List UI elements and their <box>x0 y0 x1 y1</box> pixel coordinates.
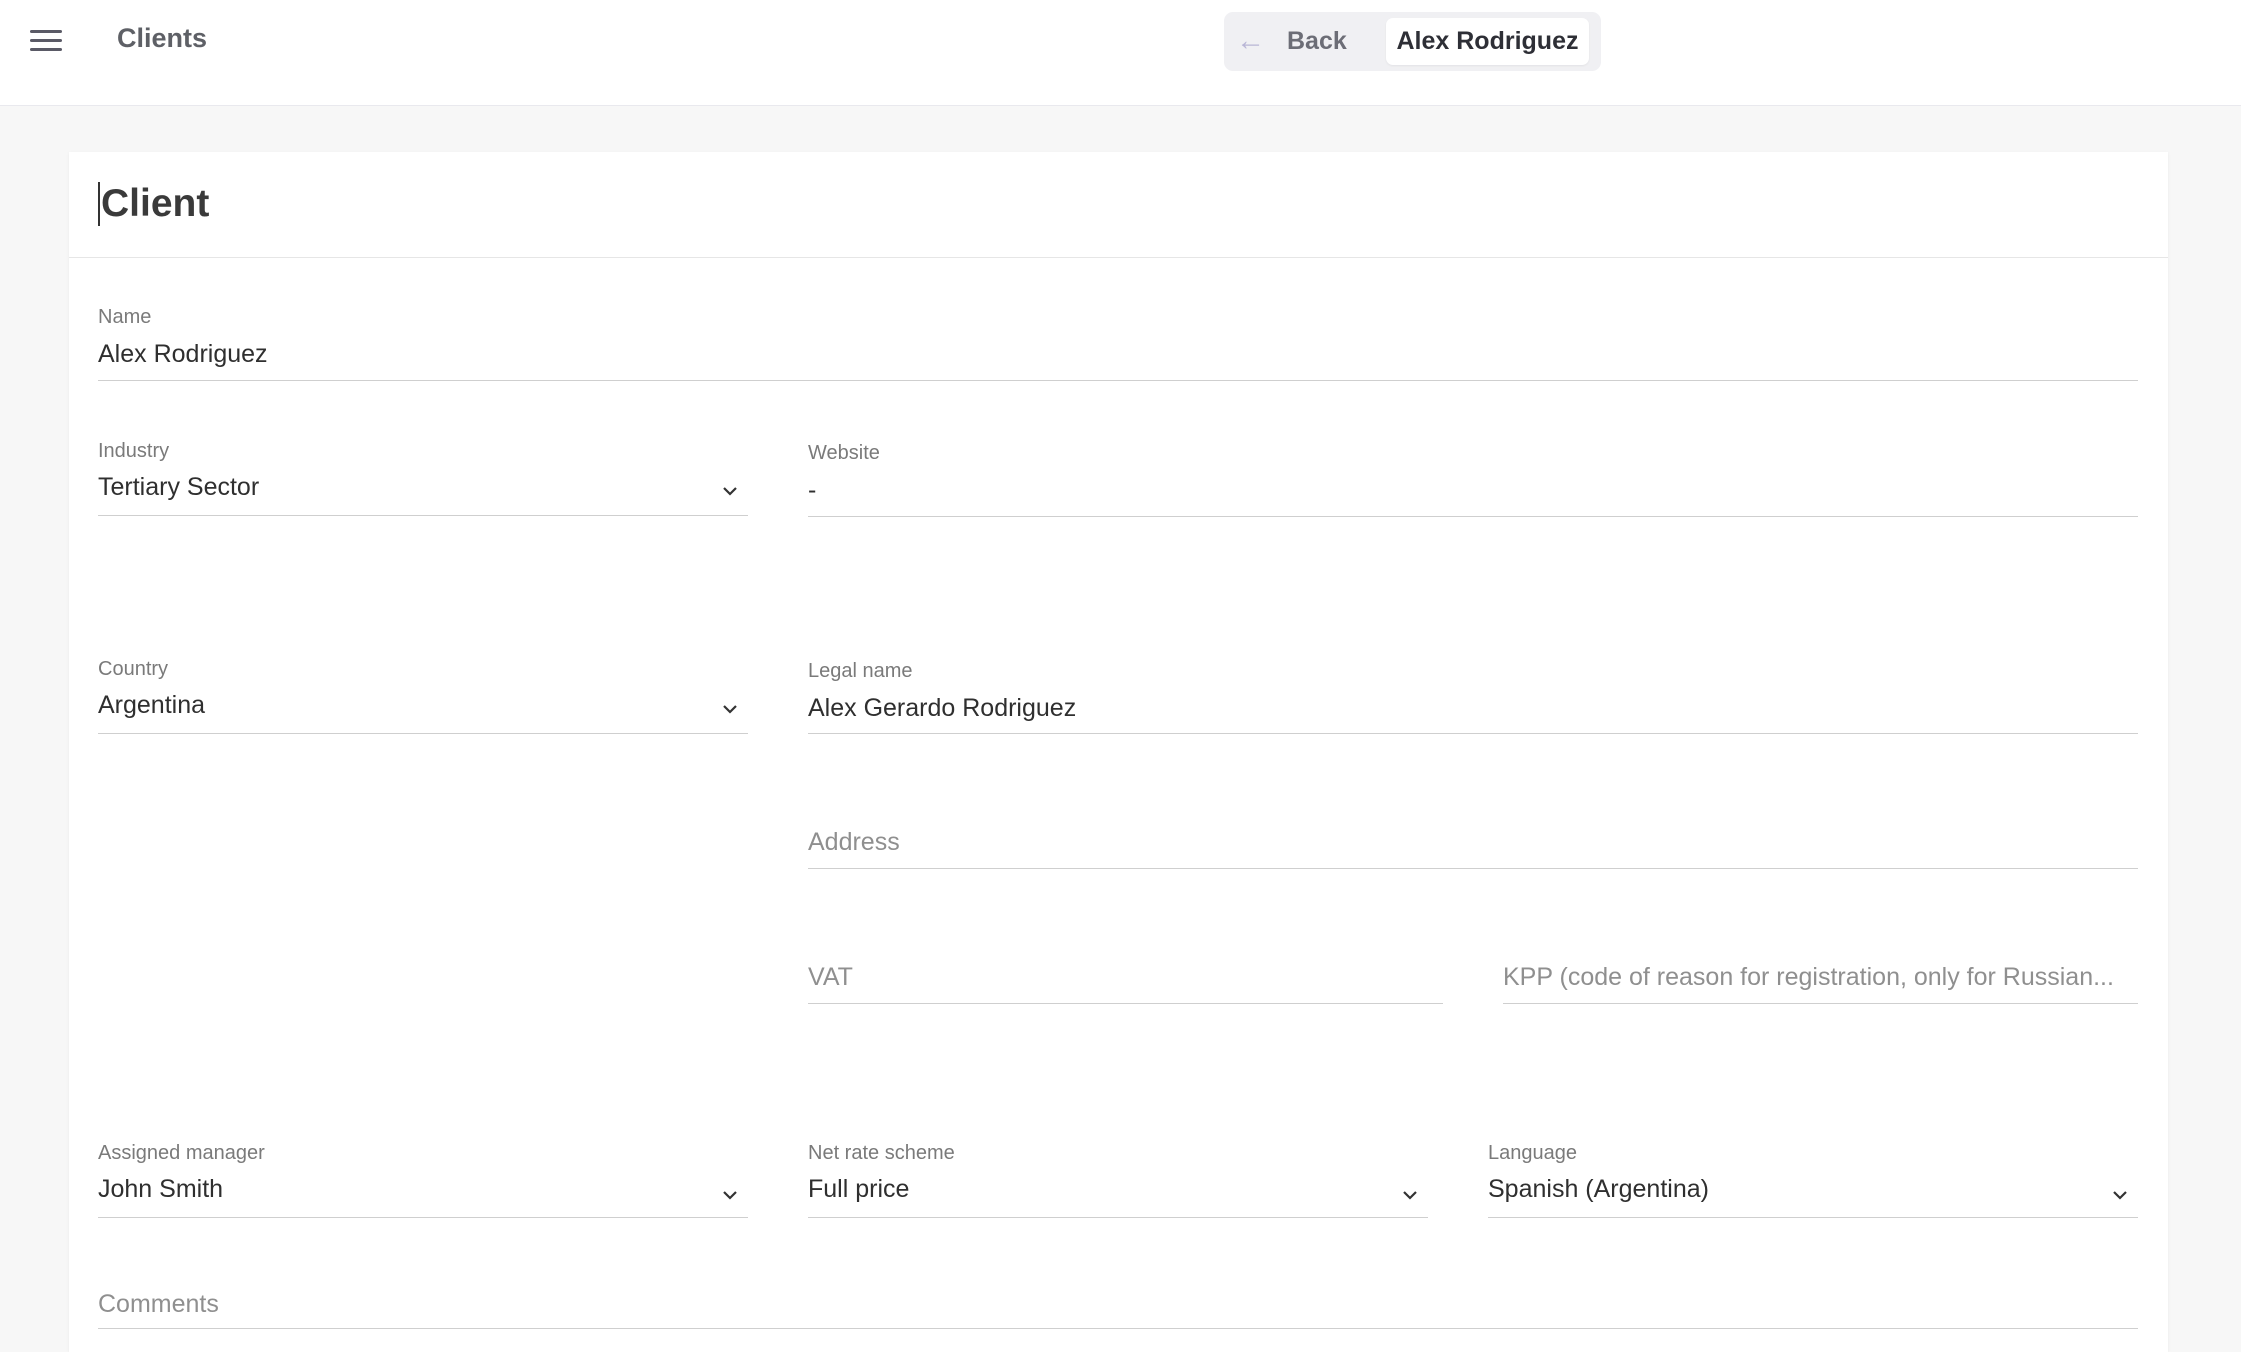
vat-field[interactable]: VAT <box>808 963 1443 1004</box>
industry-select[interactable]: Industry Tertiary Sector <box>98 440 748 516</box>
page-title: Clients <box>117 23 208 53</box>
comments-placeholder: Comments <box>98 1290 219 1318</box>
website-field[interactable]: Website - <box>808 442 2138 517</box>
language-value: Spanish (Argentina) <box>1488 1175 1709 1203</box>
arrow-left-icon: ← <box>1236 25 1265 57</box>
chevron-down-icon <box>723 487 737 496</box>
country-value: Argentina <box>98 691 206 719</box>
comments-field[interactable]: Comments <box>98 1290 2138 1329</box>
vat-placeholder: VAT <box>808 963 853 991</box>
assigned-manager-label: Assigned manager <box>98 1142 265 1164</box>
card-title: Client <box>98 182 209 226</box>
assigned-manager-select[interactable]: Assigned manager John Smith <box>98 1142 748 1218</box>
assigned-manager-value: John Smith <box>98 1175 224 1203</box>
net-rate-scheme-value: Full price <box>808 1175 910 1203</box>
back-button-label: Back <box>1287 27 1347 55</box>
top-bar: Clients ← Back Alex Rodriguez <box>0 0 2241 106</box>
language-label: Language <box>1488 1142 1577 1164</box>
name-label: Name <box>98 306 152 328</box>
language-select[interactable]: Language Spanish (Argentina) <box>1488 1142 2138 1218</box>
legal-name-label: Legal name <box>808 660 913 682</box>
name-value: Alex Rodriguez <box>98 340 268 368</box>
legal-name-value: Alex Gerardo Rodriguez <box>808 694 1077 722</box>
industry-label: Industry <box>98 440 170 462</box>
chevron-down-icon <box>723 705 737 714</box>
card-header: Client <box>69 152 2168 258</box>
client-form-card: Client Name Alex Rodriguez Industry Tert… <box>69 152 2168 1352</box>
chevron-down-icon <box>2113 1191 2127 1200</box>
chevron-down-icon <box>723 1191 737 1200</box>
kpp-placeholder: KPP (code of reason for registration, on… <box>1503 963 2114 991</box>
website-value: - <box>808 476 817 504</box>
back-button[interactable]: ← Back <box>1236 18 1396 65</box>
address-field[interactable]: Address <box>808 828 2138 869</box>
name-field[interactable]: Name Alex Rodriguez <box>98 306 2138 381</box>
address-placeholder: Address <box>808 828 900 856</box>
country-label: Country <box>98 658 169 680</box>
industry-value: Tertiary Sector <box>98 473 260 501</box>
website-label: Website <box>808 442 880 464</box>
net-rate-scheme-label: Net rate scheme <box>808 1142 955 1164</box>
menu-icon[interactable] <box>30 30 62 54</box>
kpp-field[interactable]: KPP (code of reason for registration, on… <box>1503 963 2138 1004</box>
legal-name-field[interactable]: Legal name Alex Gerardo Rodriguez <box>808 660 2138 734</box>
breadcrumb-current[interactable]: Alex Rodriguez <box>1386 18 1589 65</box>
country-select[interactable]: Country Argentina <box>98 658 748 734</box>
breadcrumb: ← Back Alex Rodriguez <box>1224 12 1601 71</box>
net-rate-scheme-select[interactable]: Net rate scheme Full price <box>808 1142 1428 1218</box>
chevron-down-icon <box>1403 1191 1417 1200</box>
